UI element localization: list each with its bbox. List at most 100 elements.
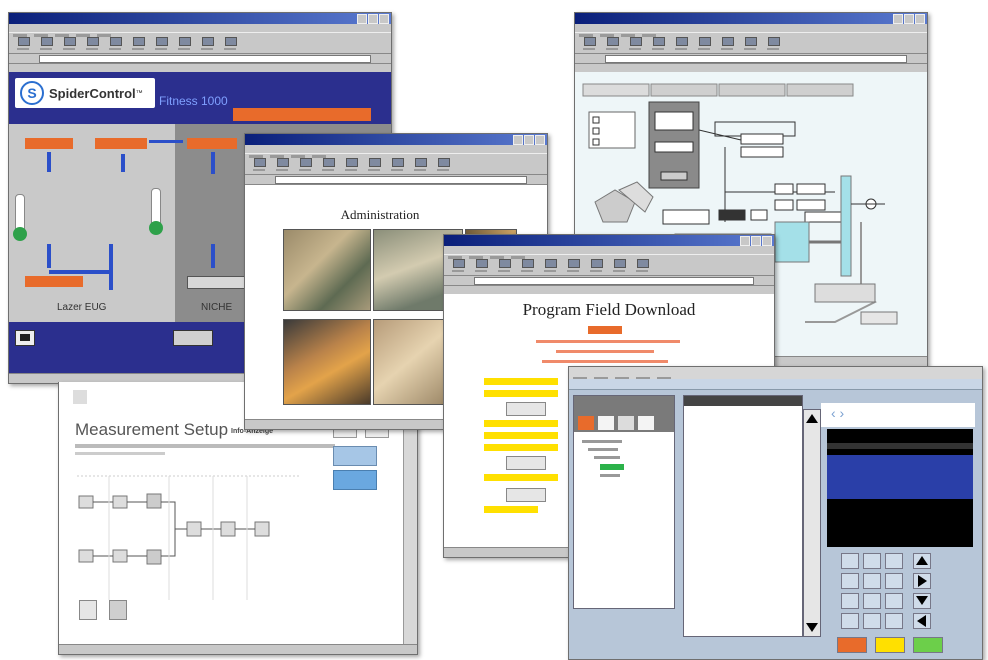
key-button[interactable]: [885, 613, 903, 629]
clear-key[interactable]: [875, 637, 905, 653]
back-button[interactable]: [15, 330, 35, 346]
print-icon[interactable]: [634, 258, 650, 272]
search-icon[interactable]: [565, 258, 581, 272]
stop-icon[interactable]: [297, 157, 313, 171]
action-button[interactable]: [173, 330, 213, 346]
favorites-icon[interactable]: [588, 258, 604, 272]
stop-icon[interactable]: [61, 36, 77, 50]
minimize-button[interactable]: [740, 236, 750, 246]
address-input[interactable]: [275, 176, 527, 184]
tree-node-selected[interactable]: [600, 464, 624, 470]
action-button[interactable]: [506, 488, 546, 502]
favorites-icon[interactable]: [719, 36, 735, 50]
history-icon[interactable]: [412, 157, 428, 171]
action-button[interactable]: [506, 456, 546, 470]
close-button[interactable]: [915, 14, 925, 24]
maximize-button[interactable]: [751, 236, 761, 246]
ok-key[interactable]: [913, 637, 943, 653]
close-button[interactable]: [379, 14, 389, 24]
address-input[interactable]: [39, 55, 371, 63]
key-button[interactable]: [841, 613, 859, 629]
option-row[interactable]: [484, 420, 558, 427]
forward-icon[interactable]: [274, 157, 290, 171]
refresh-icon[interactable]: [84, 36, 100, 50]
close-button[interactable]: [535, 135, 545, 145]
print-icon[interactable]: [435, 157, 451, 171]
esc-key[interactable]: [837, 637, 867, 653]
mail-icon[interactable]: [199, 36, 215, 50]
tree-node[interactable]: [582, 440, 622, 443]
key-button[interactable]: [885, 553, 903, 569]
tab-3[interactable]: [718, 83, 786, 97]
print-icon[interactable]: [765, 36, 781, 50]
back-icon[interactable]: [581, 36, 597, 50]
tree-tab[interactable]: [618, 416, 634, 430]
arrow-up-icon[interactable]: [806, 414, 818, 423]
key-button[interactable]: [863, 553, 881, 569]
maximize-button[interactable]: [524, 135, 534, 145]
forward-icon[interactable]: [604, 36, 620, 50]
option-row[interactable]: [484, 378, 558, 385]
favorites-icon[interactable]: [389, 157, 405, 171]
schematic-button[interactable]: [860, 311, 898, 325]
key-button[interactable]: [863, 613, 881, 629]
start-button[interactable]: [333, 470, 377, 490]
arrow-down-icon[interactable]: [913, 593, 931, 609]
home-icon[interactable]: [673, 36, 689, 50]
home-icon[interactable]: [107, 36, 123, 50]
measure-button[interactable]: [333, 446, 377, 466]
nav-arrows-icon[interactable]: ‹ ›: [831, 405, 844, 421]
search-icon[interactable]: [696, 36, 712, 50]
print-icon[interactable]: [222, 36, 238, 50]
key-button[interactable]: [885, 573, 903, 589]
list-scrollbar[interactable]: [803, 409, 821, 637]
tab-1[interactable]: [582, 83, 650, 97]
key-button[interactable]: [841, 593, 859, 609]
history-icon[interactable]: [742, 36, 758, 50]
key-button[interactable]: [863, 593, 881, 609]
stop-icon[interactable]: [496, 258, 512, 272]
tree-node[interactable]: [588, 448, 618, 451]
option-row[interactable]: [484, 506, 538, 513]
action-button[interactable]: [506, 402, 546, 416]
close-button[interactable]: [762, 236, 772, 246]
tree-tab[interactable]: [578, 416, 594, 430]
stop-icon[interactable]: [627, 36, 643, 50]
address-input[interactable]: [474, 277, 754, 285]
key-button[interactable]: [885, 593, 903, 609]
arrow-down-icon[interactable]: [806, 623, 818, 632]
minimize-button[interactable]: [513, 135, 523, 145]
option-row[interactable]: [484, 390, 558, 397]
arrow-left-icon[interactable]: [913, 613, 931, 629]
option-row[interactable]: [484, 474, 558, 481]
arrow-right-icon[interactable]: [913, 573, 931, 589]
back-icon[interactable]: [251, 157, 267, 171]
history-icon[interactable]: [176, 36, 192, 50]
arrow-up-icon[interactable]: [913, 553, 931, 569]
option-row[interactable]: [484, 432, 558, 439]
maximize-button[interactable]: [904, 14, 914, 24]
tree-node[interactable]: [600, 474, 620, 477]
photo-tile[interactable]: [283, 319, 371, 405]
favorites-icon[interactable]: [153, 36, 169, 50]
document-icon[interactable]: [79, 600, 97, 620]
key-button[interactable]: [863, 573, 881, 589]
search-icon[interactable]: [130, 36, 146, 50]
history-icon[interactable]: [611, 258, 627, 272]
tree-tab[interactable]: [598, 416, 614, 430]
tab-2[interactable]: [650, 83, 718, 97]
refresh-icon[interactable]: [650, 36, 666, 50]
minimize-button[interactable]: [357, 14, 367, 24]
refresh-icon[interactable]: [519, 258, 535, 272]
home-icon[interactable]: [542, 258, 558, 272]
minimize-button[interactable]: [893, 14, 903, 24]
tab-4[interactable]: [786, 83, 854, 97]
home-icon[interactable]: [343, 157, 359, 171]
forward-icon[interactable]: [38, 36, 54, 50]
tree-node[interactable]: [594, 456, 620, 459]
option-row[interactable]: [484, 444, 558, 451]
forward-icon[interactable]: [473, 258, 489, 272]
address-input[interactable]: [605, 55, 907, 63]
back-icon[interactable]: [15, 36, 31, 50]
photo-tile[interactable]: [283, 229, 371, 311]
